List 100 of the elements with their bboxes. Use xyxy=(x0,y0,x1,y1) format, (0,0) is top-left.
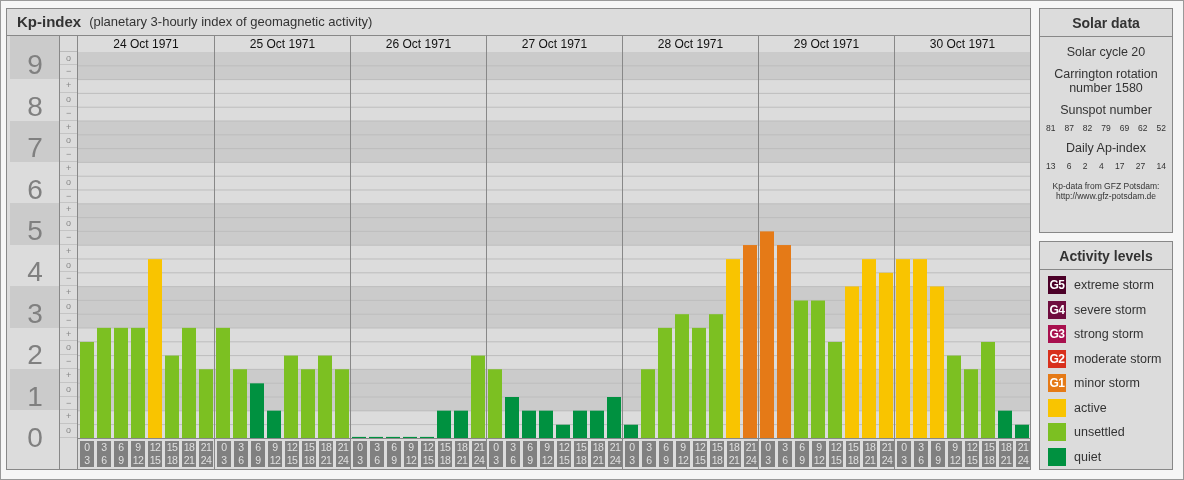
time-slot-label: 9 12 xyxy=(131,441,145,467)
time-slot-label: 18 21 xyxy=(591,441,605,467)
carrington-rotation-text: Carrington rotation number 1580 xyxy=(1053,67,1159,95)
time-slot-label: 0 3 xyxy=(489,441,503,467)
axis-band xyxy=(10,368,60,411)
sunspot-value: 79 xyxy=(1101,123,1111,133)
time-slot-label: 3 6 xyxy=(914,441,928,467)
minor-tick-label: + xyxy=(60,410,77,425)
time-slot-label: 3 6 xyxy=(370,441,384,467)
time-slot-label: 21 24 xyxy=(199,441,213,467)
time-slot-label: 15 18 xyxy=(982,441,996,467)
time-slot-label: 18 21 xyxy=(319,441,333,467)
time-slot-label: 9 12 xyxy=(948,441,962,467)
time-slot-label: 12 15 xyxy=(421,441,435,467)
kp-level-label: 9 xyxy=(27,52,43,79)
time-slot-label: 3 6 xyxy=(778,441,792,467)
minor-tick-label: + xyxy=(60,244,77,259)
time-slot-label: 15 18 xyxy=(438,441,452,467)
minor-tick-label: + xyxy=(60,120,77,135)
solar-cycle-text: Solar cycle 20 xyxy=(1065,45,1147,59)
minor-tick-label: − xyxy=(60,396,77,411)
sunspot-title: Sunspot number xyxy=(1059,103,1153,117)
ap-index-value: 6 xyxy=(1066,161,1072,171)
level-swatch: G5 xyxy=(1048,276,1066,294)
kp-level-label: 0 xyxy=(27,425,43,451)
time-slot-label: 21 24 xyxy=(472,441,486,467)
minor-tick-label: o xyxy=(60,93,77,107)
kp-level-label: 3 xyxy=(27,300,43,327)
ap-index-title: Daily Ap-index xyxy=(1065,141,1147,155)
credit-link[interactable]: http://www.gfz-potsdam.de xyxy=(1055,191,1157,201)
minor-tick-label: − xyxy=(60,148,77,162)
level-swatch: G3 xyxy=(1048,325,1066,343)
level-label: severe storm xyxy=(1074,302,1147,317)
time-slot-label: 0 3 xyxy=(897,441,911,467)
minor-tick-label: + xyxy=(60,286,77,300)
time-slot-label: 21 24 xyxy=(608,441,622,467)
kp-level-label: 2 xyxy=(27,342,43,369)
time-slot-label: 3 6 xyxy=(234,441,248,467)
time-slot-label: 6 9 xyxy=(659,441,673,467)
sunspot-value: 81 xyxy=(1046,123,1056,133)
ap-index-value: 2 xyxy=(1082,161,1088,171)
level-label: minor storm xyxy=(1074,376,1140,390)
level-label: strong storm xyxy=(1074,327,1144,341)
minor-tick-label: − xyxy=(60,230,77,245)
time-slot-label: 15 18 xyxy=(302,441,316,467)
minor-tick-label: + xyxy=(60,368,77,383)
time-slot-label: 0 3 xyxy=(625,441,639,467)
date-header: 26 Oct 1971 xyxy=(350,35,486,52)
date-header: 24 Oct 1971 xyxy=(112,35,180,52)
minor-tick-label: − xyxy=(60,272,77,287)
date-header: 29 Oct 1971 xyxy=(758,35,894,52)
time-slot-label: 6 9 xyxy=(387,441,401,467)
minor-tick-label: − xyxy=(60,106,77,121)
time-slot-label: 9 12 xyxy=(404,441,418,467)
sunspot-value: 87 xyxy=(1064,123,1074,133)
level-label: active xyxy=(1074,400,1107,415)
chart-subtitle: (planetary 3-hourly index of geomagnetic activity) xyxy=(89,14,373,30)
minor-tick-label: o xyxy=(60,382,77,397)
ap-index-value: 27 xyxy=(1135,161,1146,171)
kp-level-label: 6 xyxy=(27,176,43,203)
time-slot-label: 15 18 xyxy=(574,441,588,467)
time-slot-label: 9 12 xyxy=(676,441,690,467)
credit-text: Kp-data from GFZ Potsdam: xyxy=(1052,181,1160,191)
level-swatch: G2 xyxy=(1048,349,1066,368)
time-slot-label: 18 21 xyxy=(455,441,469,467)
minor-tick-label: o xyxy=(60,51,77,66)
time-slot-label: 21 24 xyxy=(1016,441,1030,467)
sunspot-value: 52 xyxy=(1156,123,1166,133)
time-slot-label: 12 15 xyxy=(557,441,571,467)
kp-level-label: 4 xyxy=(27,259,43,286)
kp-level-label: 1 xyxy=(27,383,43,410)
time-slot-label: 9 12 xyxy=(812,441,826,467)
time-slot-label: 12 15 xyxy=(693,441,707,467)
time-slot-label: 21 24 xyxy=(880,441,894,467)
ap-index-value: 13 xyxy=(1046,161,1056,171)
axis-band xyxy=(10,203,60,245)
axis-band xyxy=(10,35,60,80)
minor-tick-label: o xyxy=(60,299,77,314)
time-slot-label: 12 15 xyxy=(148,441,162,467)
axis-band xyxy=(10,286,60,328)
panel-title: Solar data xyxy=(1040,9,1172,37)
level-swatch: G4 xyxy=(1048,300,1066,319)
time-slot-label: 6 9 xyxy=(523,441,537,467)
minor-tick-label: o xyxy=(60,341,77,356)
date-header: 30 Oct 1971 xyxy=(894,35,1030,52)
level-label: quiet xyxy=(1074,449,1102,464)
minor-tick-label: + xyxy=(60,79,77,93)
minor-tick-label: − xyxy=(60,313,77,328)
minor-tick-label: + xyxy=(60,162,77,176)
ap-index-value: 17 xyxy=(1114,161,1125,171)
time-slot-label: 15 18 xyxy=(710,441,724,467)
kp-level-label: 5 xyxy=(27,218,43,244)
time-slot-label: 18 21 xyxy=(999,441,1013,467)
minor-tick-label: o xyxy=(60,424,77,438)
time-slot-label: 12 15 xyxy=(285,441,299,467)
minor-tick-label: o xyxy=(60,134,77,149)
panel-title: Activity levels xyxy=(1040,242,1172,270)
time-slot-label: 6 9 xyxy=(251,441,265,467)
minor-tick-label: + xyxy=(60,203,77,218)
time-slot-label: 15 18 xyxy=(165,441,179,467)
